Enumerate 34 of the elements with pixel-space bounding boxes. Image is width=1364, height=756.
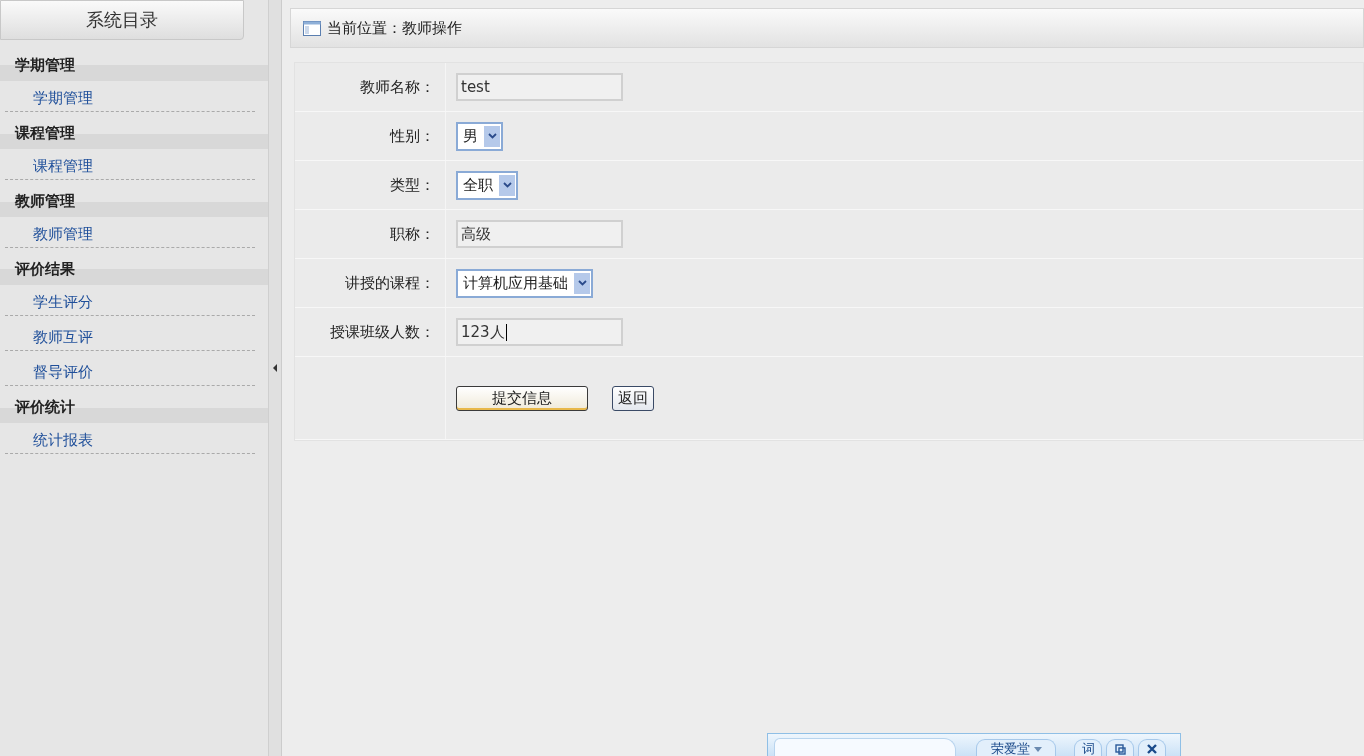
panel-icon <box>303 20 321 36</box>
sidebar-link[interactable]: 督导评价 <box>5 355 255 386</box>
dropdown[interactable]: 全职 <box>456 170 518 200</box>
close-button[interactable] <box>1138 739 1166 756</box>
dropdown[interactable]: 男 <box>456 121 503 151</box>
field-label: 讲授的课程： <box>345 273 435 293</box>
source-dropdown[interactable]: 荣爱堂 <box>976 739 1056 756</box>
close-icon <box>1147 744 1157 754</box>
sidebar-link[interactable]: 教师管理 <box>5 217 255 248</box>
sidebar-link[interactable]: 教师互评 <box>5 320 255 351</box>
field-label: 教师名称： <box>360 77 435 97</box>
back-button[interactable]: 返回 <box>612 385 654 411</box>
sidebar-title: 系统目录 <box>0 0 244 40</box>
sidebar-link[interactable]: 统计报表 <box>5 423 255 454</box>
field-label: 职称： <box>390 224 435 244</box>
word-button[interactable]: 词 <box>1074 739 1102 756</box>
sidebar-link[interactable]: 学生评分 <box>5 285 255 316</box>
text-field[interactable]: 123人 <box>456 318 623 346</box>
collapse-arrow-icon <box>273 364 277 372</box>
sidebar-link[interactable]: 课程管理 <box>5 149 255 180</box>
field-label: 授课班级人数： <box>330 322 435 342</box>
breadcrumb: 当前位置：教师操作 <box>327 18 462 38</box>
field-label: 类型： <box>390 175 435 195</box>
source-label: 荣爱堂 <box>990 740 1030 756</box>
text-field[interactable]: 高级 <box>456 220 623 248</box>
submit-button[interactable]: 提交信息 <box>456 385 588 411</box>
copy-icon <box>1114 743 1126 755</box>
dropdown[interactable]: 计算机应用基础 <box>456 268 593 298</box>
search-field[interactable] <box>774 738 956 756</box>
copy-button[interactable] <box>1106 739 1134 756</box>
caret-icon <box>1033 746 1042 752</box>
text-field[interactable]: test <box>456 73 623 101</box>
field-label: 性别： <box>390 126 435 146</box>
sidebar-link[interactable]: 学期管理 <box>5 81 255 112</box>
